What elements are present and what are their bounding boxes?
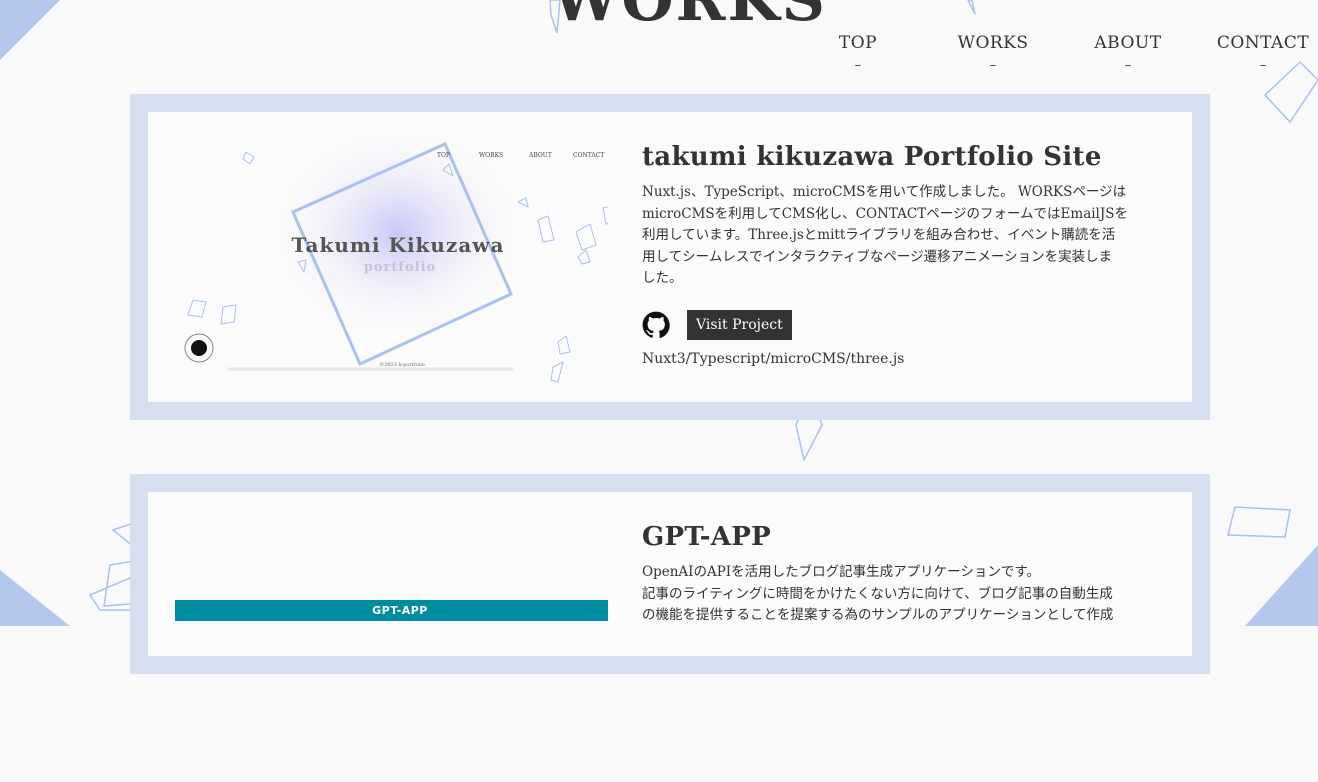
work-card-portfolio: Takumi Kikuzawa portfolio TOP WORKS ABOU…: [130, 94, 1210, 420]
gpt-app-bar-label: GPT-APP: [372, 604, 428, 617]
work-card-gpt-app: GPT-APP GPT-APP OpenAIのAPIを活用したブログ記事生成アプ…: [130, 474, 1210, 674]
nav-item-works[interactable]: WORKS –: [933, 33, 1053, 72]
main-nav: TOP – WORKS – ABOUT – CONTACT –: [0, 33, 1318, 83]
visit-project-button[interactable]: Visit Project: [687, 309, 792, 340]
work-title: takumi kikuzawa Portfolio Site: [642, 142, 1102, 172]
work-info: takumi kikuzawa Portfolio Site Nuxt.js、T…: [642, 142, 1172, 367]
nav-dash: –: [1124, 58, 1132, 73]
nav-item-contact[interactable]: CONTACT –: [1198, 33, 1318, 72]
nav-label: CONTACT: [1216, 33, 1310, 53]
work-description: Nuxt.js、TypeScript、microCMSを用いて作成しました。 W…: [642, 184, 1129, 286]
nav-item-top[interactable]: TOP –: [798, 33, 918, 72]
work-title: GPT-APP: [642, 522, 771, 552]
thumbnail-nav-item: TOP: [437, 152, 450, 159]
work-description: OpenAIのAPIを活用したブログ記事生成アプリケーションです。 記事のライテ…: [642, 564, 1114, 623]
thumbnail-image: Takumi Kikuzawa portfolio TOP WORKS ABOU…: [184, 122, 608, 383]
nav-label: ABOUT: [1094, 33, 1162, 53]
work-links: Visit Project: [642, 309, 1172, 340]
nav-label: WORKS: [957, 33, 1029, 53]
work-info: GPT-APP OpenAIのAPIを活用したブログ記事生成アプリケーションです…: [642, 522, 1172, 627]
nav-dash: –: [854, 58, 862, 73]
nav-item-about[interactable]: ABOUT –: [1068, 33, 1188, 72]
github-icon[interactable]: [642, 311, 670, 339]
work-tech-stack: Nuxt3/Typescript/microCMS/three.js: [642, 350, 905, 367]
thumbnail-nav-item: CONTACT: [573, 152, 604, 159]
thumbnail-nav-item: WORKS: [479, 152, 503, 159]
work-thumbnail[interactable]: Takumi Kikuzawa portfolio TOP WORKS ABOU…: [148, 112, 608, 402]
nav-dash: –: [1259, 58, 1267, 73]
thumbnail-footer: ©2023 k-portfolio: [379, 361, 425, 368]
work-thumbnail[interactable]: GPT-APP: [148, 492, 608, 782]
thumbnail-subheading: portfolio: [364, 260, 436, 275]
nav-dash: –: [989, 58, 997, 73]
thumbnail-nav-item: ABOUT: [528, 152, 552, 159]
gpt-app-header-bar: GPT-APP: [175, 600, 608, 621]
page-title: WORKS: [552, 0, 827, 35]
thumbnail-heading: Takumi Kikuzawa: [292, 233, 505, 257]
nav-label: TOP: [838, 33, 878, 53]
